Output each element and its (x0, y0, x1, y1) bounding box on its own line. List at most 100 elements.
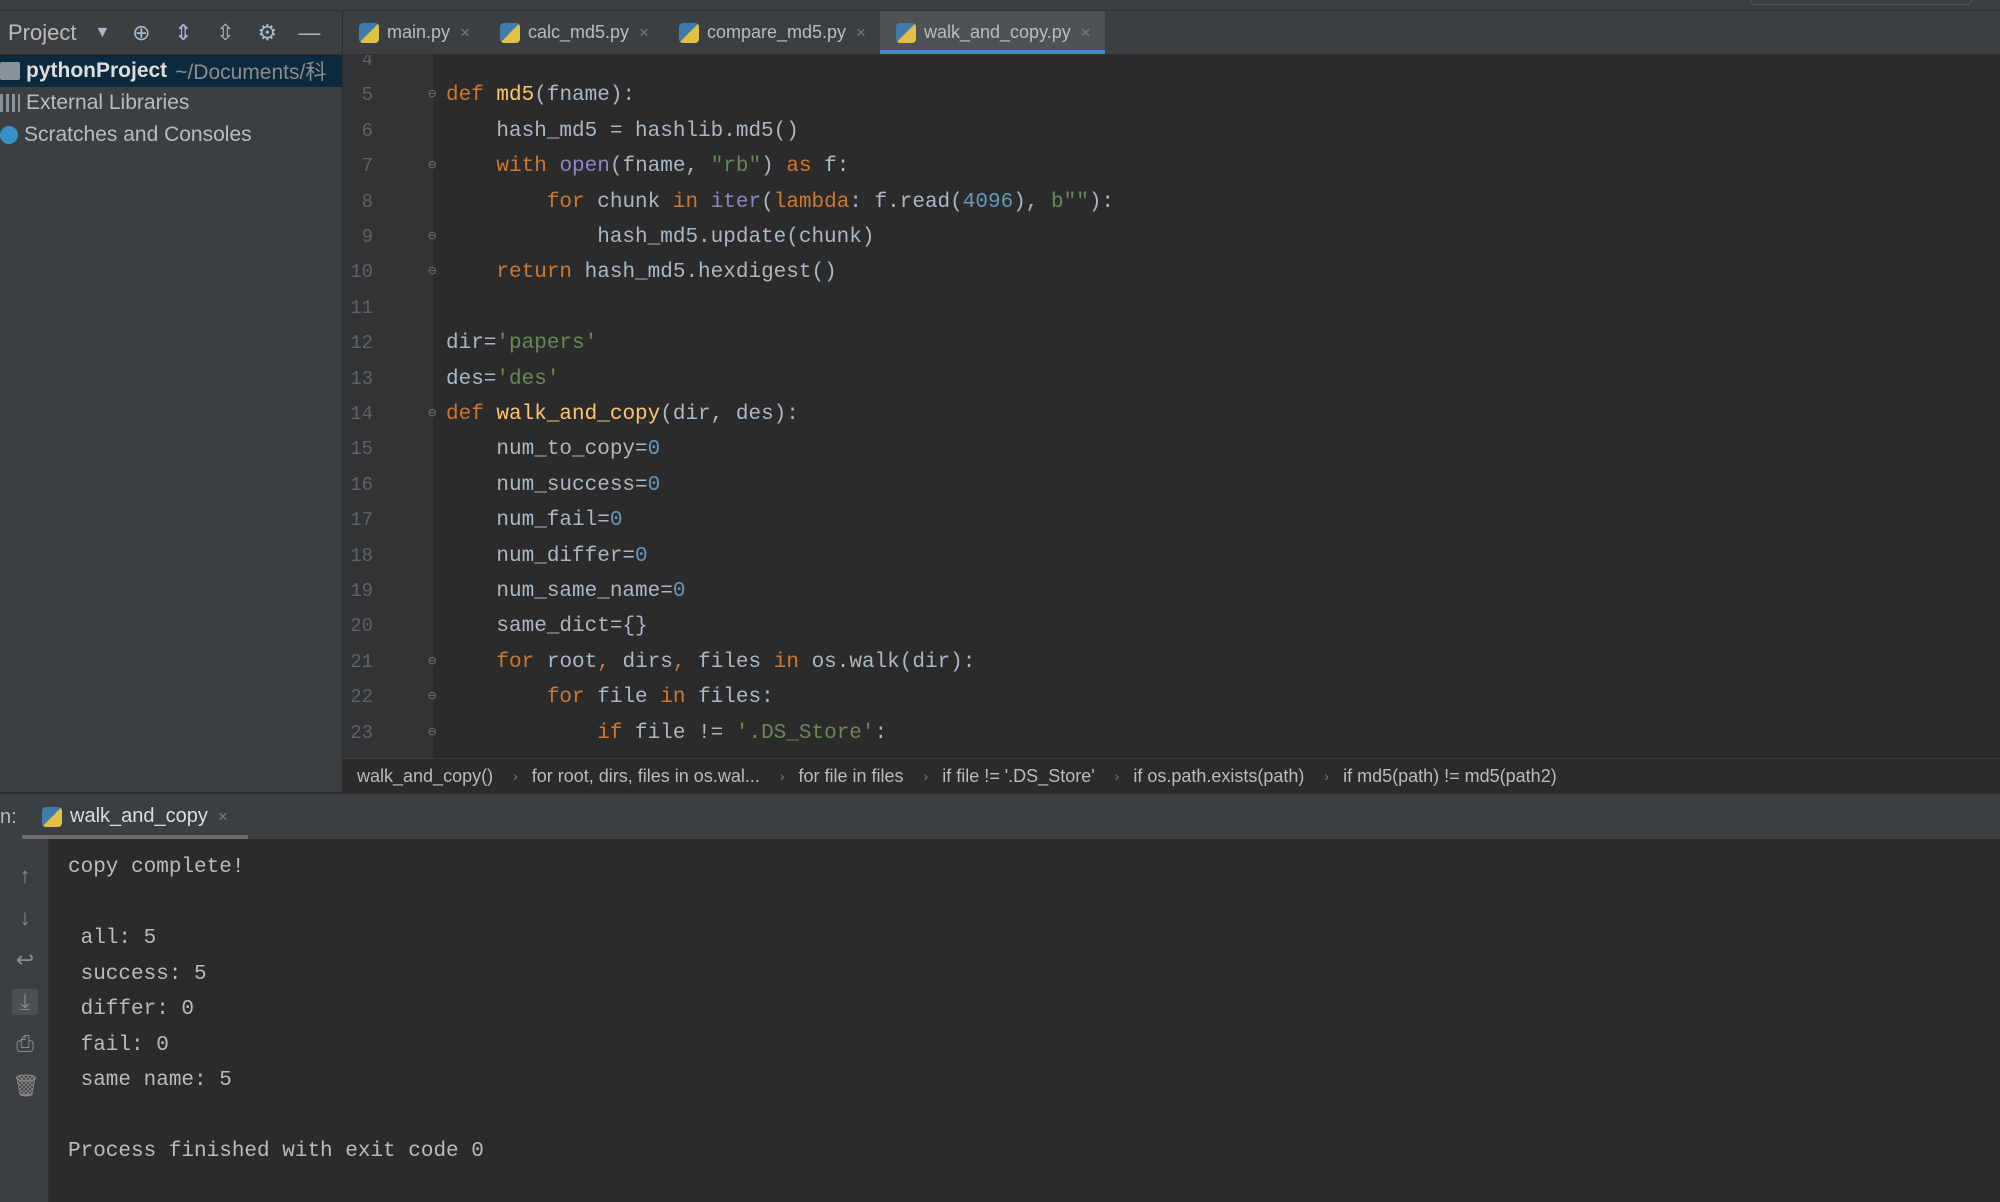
line-number[interactable]: 4 (343, 55, 373, 78)
print-icon[interactable]: ⎙ (12, 1031, 38, 1057)
code-line[interactable]: 18 num_differ=0 (343, 539, 2000, 574)
line-number[interactable]: 11 (343, 291, 373, 326)
breadcrumb-item[interactable]: for root, dirs, files in os.wal... (518, 766, 760, 787)
console-line: differ: 0 (68, 998, 195, 1021)
code-text: num_same_name=0 (446, 580, 686, 603)
code-line[interactable]: 6 hash_md5 = hashlib.md5() (343, 114, 2000, 149)
arrow-down-icon[interactable]: ↓ (12, 905, 38, 931)
breadcrumb-item[interactable]: if os.path.exists(path) (1119, 766, 1304, 787)
code-line[interactable]: 12 dir='papers' (343, 326, 2000, 361)
gear-icon[interactable]: ⚙ (256, 21, 278, 44)
minimize-icon[interactable]: — (298, 21, 320, 44)
code-line[interactable]: 9 ⊖ hash_md5.update(chunk) (343, 220, 2000, 255)
code-line[interactable]: 5 ⊖ def md5(fname): (343, 78, 2000, 113)
line-number[interactable]: 7 (343, 149, 373, 184)
code-line[interactable]: 22 ⊖ for file in files: (343, 680, 2000, 715)
arrow-up-icon[interactable]: ↑ (12, 863, 38, 889)
python-file-icon (42, 806, 62, 827)
code-line[interactable]: 16 num_success=0 (343, 468, 2000, 503)
code-line[interactable]: 20 same_dict={} (343, 609, 2000, 644)
tree-item-label: pythonProject (26, 59, 168, 82)
tab-main-py[interactable]: main.py × (343, 11, 484, 54)
code-editor[interactable]: 4 5 ⊖ def md5(fname): 6 hash_md5 = hashlib.m… (343, 55, 2000, 758)
code-line[interactable]: 4 (343, 55, 2000, 78)
breadcrumb-item[interactable]: for file in files (785, 766, 904, 787)
close-icon[interactable]: × (856, 23, 866, 43)
line-number[interactable]: 18 (343, 539, 373, 574)
line-number[interactable]: 9 (343, 220, 373, 255)
line-number[interactable]: 22 (343, 680, 373, 715)
fold-marker-icon[interactable]: ⊖ (428, 397, 438, 432)
tab-compare-md5-py[interactable]: compare_md5.py × (663, 11, 880, 54)
chevron-down-icon[interactable]: ▼ (94, 24, 110, 42)
code-line[interactable]: 17 num_fail=0 (343, 503, 2000, 538)
code-line[interactable]: 15 num_to_copy=0 (343, 432, 2000, 467)
breadcrumb-item[interactable]: walk_and_copy() (343, 766, 493, 787)
tab-calc-md5-py[interactable]: calc_md5.py × (484, 11, 663, 54)
code-line[interactable]: 21 ⊖ for root, dirs, files in os.walk(dir… (343, 645, 2000, 680)
fold-marker-icon[interactable]: ⊖ (428, 149, 438, 184)
code-line[interactable]: 7 ⊖ with open(fname, "rb") as f: (343, 149, 2000, 184)
tab-walk-and-copy-py[interactable]: walk_and_copy.py × (879, 11, 1105, 54)
locate-icon[interactable]: ⊕ (130, 21, 152, 44)
console-line: Process finished with exit code 0 (68, 1140, 484, 1163)
line-number[interactable]: 5 (343, 78, 373, 113)
tree-item-pythonproject[interactable]: pythonProject ~/Documents/科 (0, 55, 342, 87)
line-number[interactable]: 19 (343, 574, 373, 609)
breadcrumb-item[interactable]: if file != '.DS_Store' (928, 766, 1094, 787)
trash-icon[interactable]: 🗑 (12, 1073, 40, 1099)
soft-wrap-icon[interactable]: ↩ (12, 947, 38, 973)
fold-marker-icon[interactable]: ⊖ (428, 680, 438, 715)
fold-marker-icon[interactable]: ⊖ (428, 716, 438, 751)
code-text: with open(fname, "rb") as f: (496, 155, 850, 179)
tab-label: compare_md5.py (706, 22, 847, 42)
scroll-to-end-icon[interactable]: ⤓ (12, 989, 38, 1015)
code-line[interactable]: 14 ⊖ def walk_and_copy(dir, des): (343, 397, 2000, 432)
line-number[interactable]: 6 (343, 114, 373, 149)
line-number[interactable]: 17 (343, 503, 373, 538)
fold-marker-icon[interactable]: ⊖ (428, 255, 438, 290)
line-number[interactable]: 12 (343, 326, 373, 361)
run-tab-label: walk_and_copy (70, 805, 208, 827)
breadcrumb-item[interactable]: if md5(path) != md5(path2) (1329, 766, 1557, 787)
console-line: all: 5 (68, 927, 157, 950)
project-tree: pythonProject ~/Documents/科 External Lib… (0, 55, 342, 792)
line-number[interactable]: 21 (343, 645, 373, 680)
code-line[interactable]: 23 ⊖ if file != '.DS_Store': (343, 716, 2000, 751)
line-number[interactable]: 16 (343, 468, 373, 503)
project-panel-title[interactable]: Project (8, 20, 76, 46)
fold-marker-icon[interactable]: ⊖ (428, 645, 438, 680)
close-icon[interactable]: × (460, 23, 470, 43)
code-line[interactable]: 19 num_same_name=0 (343, 574, 2000, 609)
python-file-icon (359, 22, 379, 43)
code-line[interactable]: 11 (343, 291, 2000, 326)
python-file-icon (895, 22, 916, 43)
title-bar (0, 0, 2000, 11)
line-number[interactable]: 20 (343, 609, 373, 644)
line-number[interactable]: 14 (343, 397, 373, 432)
line-number[interactable]: 8 (343, 185, 373, 220)
line-number[interactable]: 23 (343, 716, 373, 751)
close-icon[interactable]: × (639, 23, 649, 43)
line-number[interactable]: 10 (343, 255, 373, 290)
tree-item-label: External Libraries (26, 91, 190, 114)
search-box[interactable] (1750, 0, 1972, 5)
close-icon[interactable]: × (218, 807, 228, 827)
run-panel-label: n: (0, 806, 17, 828)
close-icon[interactable]: × (1081, 23, 1091, 43)
line-number[interactable]: 15 (343, 432, 373, 467)
code-line[interactable]: 10 ⊖ return hash_md5.hexdigest() (343, 255, 2000, 290)
tab-run-walk-and-copy[interactable]: walk_and_copy × (22, 794, 248, 839)
fold-marker-icon[interactable]: ⊖ (428, 78, 438, 113)
code-line[interactable]: 8 for chunk in iter(lambda: f.read(4096)… (343, 185, 2000, 220)
tab-label: calc_md5.py (527, 22, 630, 42)
line-number[interactable]: 13 (343, 362, 373, 397)
code-line[interactable]: 13 des='des' (343, 362, 2000, 397)
fold-marker-icon[interactable]: ⊖ (428, 220, 438, 255)
tree-item-scratches[interactable]: Scratches and Consoles (0, 119, 342, 151)
tree-item-external-libraries[interactable]: External Libraries (0, 87, 342, 119)
collapse-all-icon[interactable]: ⇳ (214, 21, 236, 44)
run-console-output[interactable]: copy complete! all: 5 success: 5 differ:… (49, 839, 2000, 1202)
expand-all-icon[interactable]: ⇕ (172, 21, 194, 44)
tree-item-path: ~/Documents/科 (175, 61, 327, 84)
